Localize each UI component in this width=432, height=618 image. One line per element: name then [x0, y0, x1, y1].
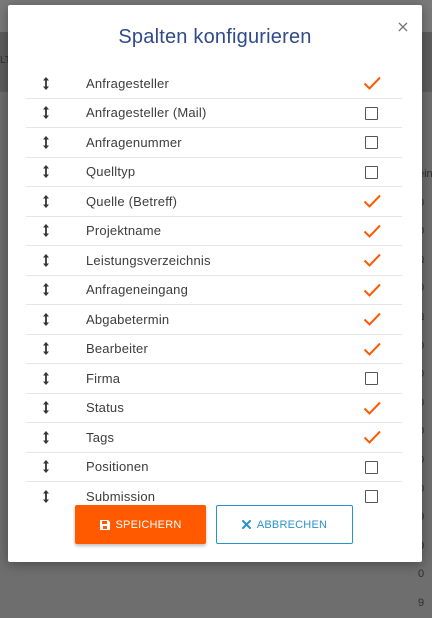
- unchecked-checkbox[interactable]: [364, 164, 380, 180]
- cancel-button[interactable]: ABBRECHEN: [216, 505, 353, 544]
- drag-handle-icon[interactable]: [39, 223, 53, 239]
- checkbox-box: [365, 490, 378, 504]
- checkmark-icon[interactable]: [363, 193, 381, 209]
- unchecked-checkbox[interactable]: [364, 488, 380, 504]
- column-label: Status: [86, 400, 125, 416]
- column-row: Anfragenummer: [26, 128, 402, 158]
- column-row: Anfragesteller: [26, 69, 402, 99]
- close-icon[interactable]: ×: [396, 19, 410, 35]
- unchecked-checkbox[interactable]: [364, 370, 380, 386]
- drag-handle-icon[interactable]: [39, 311, 53, 327]
- column-row: Anfragesteller (Mail): [26, 99, 402, 128]
- column-row: Abgabetermin: [26, 305, 402, 335]
- column-label: Abgabetermin: [86, 311, 170, 327]
- background-left-fragment: LT: [0, 55, 11, 66]
- column-row: Anfrageneingang: [26, 276, 402, 305]
- drag-handle-icon[interactable]: [39, 193, 53, 209]
- column-row: Projektname: [26, 217, 402, 246]
- floppy-disk-icon: [99, 519, 110, 530]
- checkbox-box: [365, 136, 378, 150]
- column-row: Leistungsverzeichnis: [26, 246, 402, 276]
- column-row: Status: [26, 394, 402, 423]
- checkmark-icon[interactable]: [363, 400, 381, 416]
- column-list: Anfragesteller Anfragesteller (Mail) Anfra…: [26, 69, 402, 511]
- checkmark-icon[interactable]: [363, 252, 381, 268]
- column-label: Anfragesteller: [86, 75, 170, 91]
- checkmark-icon[interactable]: [363, 429, 381, 445]
- drag-handle-icon[interactable]: [39, 488, 53, 504]
- column-label: Anfrageneingang: [86, 282, 189, 298]
- drag-handle-icon[interactable]: [39, 75, 53, 91]
- checkmark-icon[interactable]: [363, 282, 381, 298]
- column-label: Quelltyp: [86, 164, 136, 180]
- cancel-button-label: ABBRECHEN: [256, 518, 328, 531]
- column-label: Firma: [86, 370, 121, 386]
- column-row: Firma: [26, 364, 402, 394]
- drag-handle-icon[interactable]: [39, 341, 53, 357]
- checkmark-icon[interactable]: [363, 75, 381, 91]
- unchecked-checkbox[interactable]: [364, 105, 380, 121]
- unchecked-checkbox[interactable]: [364, 459, 380, 475]
- checkmark-icon[interactable]: [363, 223, 381, 239]
- checkmark-icon[interactable]: [363, 341, 381, 357]
- background-cell-fragment: 0 9: [418, 568, 425, 609]
- checkbox-box: [365, 165, 378, 179]
- column-label: Submission: [86, 488, 156, 504]
- dialog-title: Spalten konfigurieren: [118, 26, 312, 48]
- column-label: Tags: [86, 429, 115, 445]
- column-config-dialog: Spalten konfigurieren × Anfragesteller An…: [8, 5, 422, 562]
- save-button-label: SPEICHERN: [115, 518, 182, 531]
- column-label: Quelle (Betreff): [86, 193, 178, 209]
- drag-handle-icon[interactable]: [39, 105, 53, 121]
- drag-handle-icon[interactable]: [39, 400, 53, 416]
- column-label: Anfragesteller (Mail): [86, 105, 207, 121]
- checkbox-box: [365, 460, 378, 474]
- drag-handle-icon[interactable]: [39, 164, 53, 180]
- drag-handle-icon[interactable]: [39, 134, 53, 150]
- column-label: Leistungsverzeichnis: [86, 252, 211, 268]
- column-row: Positionen: [26, 453, 402, 482]
- drag-handle-icon[interactable]: [39, 282, 53, 298]
- drag-handle-icon[interactable]: [39, 370, 53, 386]
- column-row: Quelltyp: [26, 158, 402, 187]
- checkmark-icon[interactable]: [363, 311, 381, 327]
- save-button[interactable]: SPEICHERN: [75, 505, 206, 544]
- checkbox-box: [365, 372, 378, 386]
- drag-handle-icon[interactable]: [39, 252, 53, 268]
- drag-handle-icon[interactable]: [39, 429, 53, 445]
- column-row: Quelle (Betreff): [26, 187, 402, 217]
- column-label: Positionen: [86, 459, 149, 475]
- drag-handle-icon[interactable]: [39, 459, 53, 475]
- column-row: Tags: [26, 423, 402, 453]
- checkbox-box: [365, 106, 378, 120]
- column-label: Projektname: [86, 223, 162, 239]
- column-row: Bearbeiter: [26, 335, 402, 364]
- unchecked-checkbox[interactable]: [364, 134, 380, 150]
- column-label: Bearbeiter: [86, 341, 148, 357]
- close-x-icon: [241, 520, 251, 529]
- column-label: Anfragenummer: [86, 134, 182, 150]
